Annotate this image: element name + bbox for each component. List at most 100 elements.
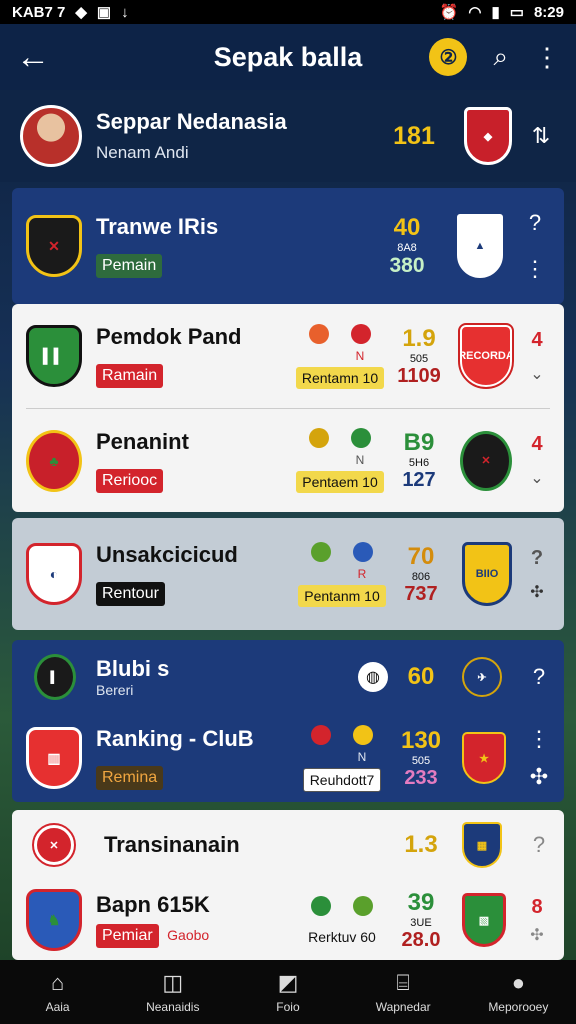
club-crest-icon: ★ [462,732,506,784]
help-icon[interactable]: ? [524,664,554,690]
club-crest-icon: BIIO [462,542,512,606]
small-label: N [357,749,367,764]
rank-label: Rerktuv 60 [308,928,376,945]
bag-icon: ⌸ [396,970,410,995]
stat-mid: 806 [411,570,431,583]
club-sub: Bereri [96,682,134,698]
club-badge-icon: ✕ [32,823,76,867]
nav-shop[interactable]: ⌸ Wapnedar [353,970,453,1014]
help-icon[interactable]: ? [524,547,550,570]
stats: 40 8A8 380 [374,214,440,278]
download-icon: ↓ [121,3,129,21]
club-card-1[interactable]: ✕ Tranwe IRis Pemain 40 8A8 380 ▲ ? ⋮ [12,188,564,304]
back-arrow-icon[interactable]: ← [16,38,60,77]
club-card-5: ✕ Transinanain 1.3 ▦ ? ♞ Bapn 615K Pemia… [12,810,564,960]
club-row[interactable]: ♣ Penanint Reriooc N Pentaem 10 B9 5H6 1… [12,409,564,512]
profile-row[interactable]: Seppar Nedanasia Nenam Andi 181 ◆ ⇅ [0,90,576,182]
clock: 8:29 [533,3,564,21]
club-name: Ranking - CluB [96,726,254,751]
expand-icon[interactable]: ⌄ [524,468,550,488]
club-card-3[interactable]: ◐ Unsakcicicud Rentour R Pentanm 10 70 8… [12,518,564,630]
club-crest-icon: RECORDA [458,323,514,389]
small-label: R [357,566,367,581]
help-icon[interactable]: ? [520,210,550,236]
bottom-nav: ⌂ Aaia ◫ Neanaidis ◩ Foio ⌸ Wapnedar ● M… [0,960,576,1024]
stat-bottom: 233 [404,766,438,789]
transfer-icon[interactable]: ✣ [524,582,550,602]
more-vert-icon[interactable]: ⋮ [534,42,560,73]
transfer-icon[interactable]: ⇅ [526,123,556,149]
position-number: 4 [531,433,543,455]
club-name: Penanint [96,428,189,454]
rank-label: Pentaem 10 [296,471,384,493]
coin-button[interactable]: ② [429,38,468,76]
nav-label: Foio [276,1000,300,1014]
transfer-icon[interactable]: ✣ [524,925,550,945]
status-pill: Pemain [96,254,163,278]
club-crest-icon: ▧ [462,893,506,947]
club-card-2: ▍▍ Pemdok Pand Ramain N Rentamn 10 1.9 5… [12,304,564,512]
form-dot [353,541,374,562]
form-dot [351,428,372,448]
stat-top: 40 [393,214,421,241]
app-bar: ← Sepak balla ② ⌕ ⋮ [0,24,576,90]
club-badge-icon: ▥ [26,727,82,789]
form-dot [310,724,331,745]
nav-profile[interactable]: ● Meporooey [468,970,568,1014]
club-badge-icon: ◐ [26,543,82,605]
nav-home[interactable]: ⌂ Aaia [8,970,108,1014]
club-row[interactable]: ▥ Ranking - CluB Remina N Reuhdott7 130 … [12,714,564,802]
stat-bottom: 1109 [397,364,441,387]
help-icon[interactable]: ? [524,832,554,858]
club-name: Tranwe IRis [96,214,219,239]
club-name: Blubi s [96,656,170,681]
tag-icon: ◩ [277,970,299,995]
profile-name: Seppar Nedanasia [96,109,287,134]
club-name: Unsakcicicud [96,542,238,567]
person-icon: ● [511,970,525,995]
club-row[interactable]: ✕ Transinanain 1.3 ▦ ? [12,810,564,880]
position-number: 4 [531,328,543,351]
small-label: N [355,453,365,467]
app-icon: ▣ [96,4,112,21]
status-bar: KAB7 7 ◆ ▣ ↓ ⏰ ◠ ▮ ▭ 8:29 [0,0,576,24]
stat-top: 130 [400,726,442,754]
stat-top: B9 [403,429,435,456]
stat-top: 39 [407,888,435,916]
club-row[interactable]: ▍▍ Pemdok Pand Ramain N Rentamn 10 1.9 5… [12,304,564,408]
stat-mid: 505 [409,352,429,365]
stat-top: 60 [407,663,435,690]
status-pill: Rentour [96,582,165,606]
club-crest-icon: ✕ [460,430,512,491]
wifi-icon: ◠ [468,4,482,21]
club-row[interactable]: ♞ Bapn 615K Pemiar Gaobo Rerktuv 60 39 3… [12,880,564,960]
club-crest-icon: ▲ [454,211,506,281]
form-dot [310,541,331,562]
stat-top: 1.3 [404,831,438,858]
club-row[interactable]: ▍ Blubi s Bereri ◍ 60 ✈ ? [12,640,564,714]
more-vert-icon[interactable]: ⋮ [520,256,550,282]
stat-mid: 505 [411,754,431,767]
signal-icon: ▮ [491,4,500,21]
form-dot [353,895,374,916]
club-crest-icon: ◆ [464,107,512,165]
search-icon[interactable]: ⌕ [493,41,508,73]
stat-top: 1.9 [402,324,436,352]
nav-tag[interactable]: ◩ Foio [238,970,338,1014]
rank-label: Reuhdott7 [302,767,382,792]
expand-icon[interactable]: ⌄ [524,364,550,384]
form-dot [310,895,331,916]
form-dot [308,323,329,344]
alarm-icon: ⏰ [439,4,459,21]
club-name: Bapn 615K [96,892,210,917]
rank-label: Rentamn 10 [295,366,385,389]
status-pill: Reriooc [96,468,164,493]
stat-mid: 8A8 [397,242,417,254]
nav-media[interactable]: ◫ Neanaidis [123,970,223,1014]
club-crest-icon: ✈ [462,657,502,697]
stat-top: 70 [407,542,435,570]
more-vert-icon[interactable]: ⋮ [524,726,554,752]
transfer-icon[interactable]: ✣ [524,764,554,790]
stat-mid: 3UE [410,916,432,929]
status-pill: Ramain [96,364,164,388]
